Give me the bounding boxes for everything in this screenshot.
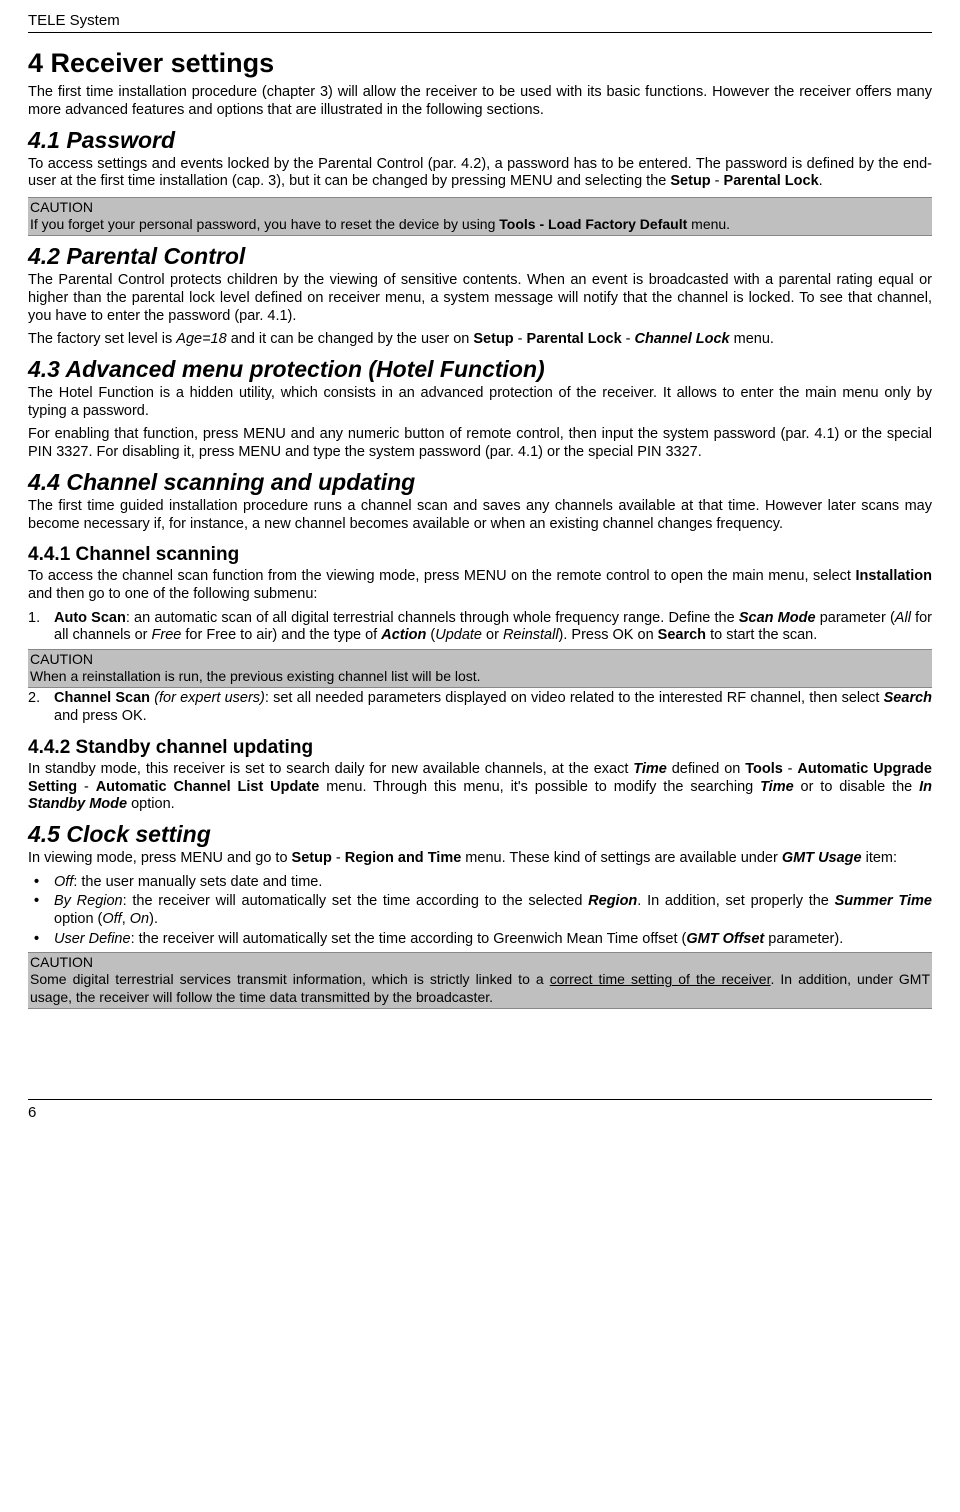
caution-box-4-5: CAUTION Some digital terrestrial service…	[28, 952, 932, 1008]
caution-box-4-1: CAUTION If you forget your personal pass…	[28, 197, 932, 236]
header-brand: TELE System	[28, 12, 932, 30]
caution-label: CAUTION	[30, 199, 930, 216]
caution-label: CAUTION	[30, 651, 930, 668]
section-4-1-title: 4.1 Password	[28, 126, 932, 154]
section-4-4-intro: The first time guided installation proce…	[28, 498, 932, 533]
channel-scan-list-2: 2.Channel Scan (for expert users): set a…	[28, 690, 932, 725]
section-4-3-title: 4.3 Advanced menu protection (Hotel Func…	[28, 355, 932, 383]
list-item: By Region: the receiver will automatical…	[28, 893, 932, 928]
section-4-3-body-2: For enabling that function, press MENU a…	[28, 426, 932, 461]
list-item: Off: the user manually sets date and tim…	[28, 874, 932, 892]
section-4-1-body: To access settings and events locked by …	[28, 156, 932, 191]
section-4-2-body-1: The Parental Control protects children b…	[28, 272, 932, 325]
channel-scan-list: 1.Auto Scan: an automatic scan of all di…	[28, 610, 932, 645]
header-rule	[28, 32, 932, 33]
section-4-3-body-1: The Hotel Function is a hidden utility, …	[28, 385, 932, 420]
section-4-4-2-title: 4.4.2 Standby channel updating	[28, 736, 932, 759]
section-4-intro: The first time installation procedure (c…	[28, 84, 932, 119]
caution-label: CAUTION	[30, 954, 930, 971]
caution-text: When a reinstallation is run, the previo…	[30, 668, 481, 684]
list-item: 1.Auto Scan: an automatic scan of all di…	[28, 610, 932, 645]
section-4-title: 4 Receiver settings	[28, 47, 932, 80]
section-4-4-1-title: 4.4.1 Channel scanning	[28, 543, 932, 566]
gmt-usage-list: Off: the user manually sets date and tim…	[28, 874, 932, 949]
section-4-2-title: 4.2 Parental Control	[28, 242, 932, 270]
section-4-5-intro: In viewing mode, press MENU and go to Se…	[28, 850, 932, 868]
section-4-5-title: 4.5 Clock setting	[28, 820, 932, 848]
list-item: 2.Channel Scan (for expert users): set a…	[28, 690, 932, 725]
caution-box-4-4-1: CAUTION When a reinstallation is run, th…	[28, 649, 932, 688]
section-4-2-body-2: The factory set level is Age=18 and it c…	[28, 331, 932, 349]
section-4-4-1-intro: To access the channel scan function from…	[28, 568, 932, 603]
section-4-4-2-body: In standby mode, this receiver is set to…	[28, 761, 932, 814]
page-number: 6	[28, 1099, 932, 1122]
section-4-4-title: 4.4 Channel scanning and updating	[28, 468, 932, 496]
list-item: User Define: the receiver will automatic…	[28, 931, 932, 949]
